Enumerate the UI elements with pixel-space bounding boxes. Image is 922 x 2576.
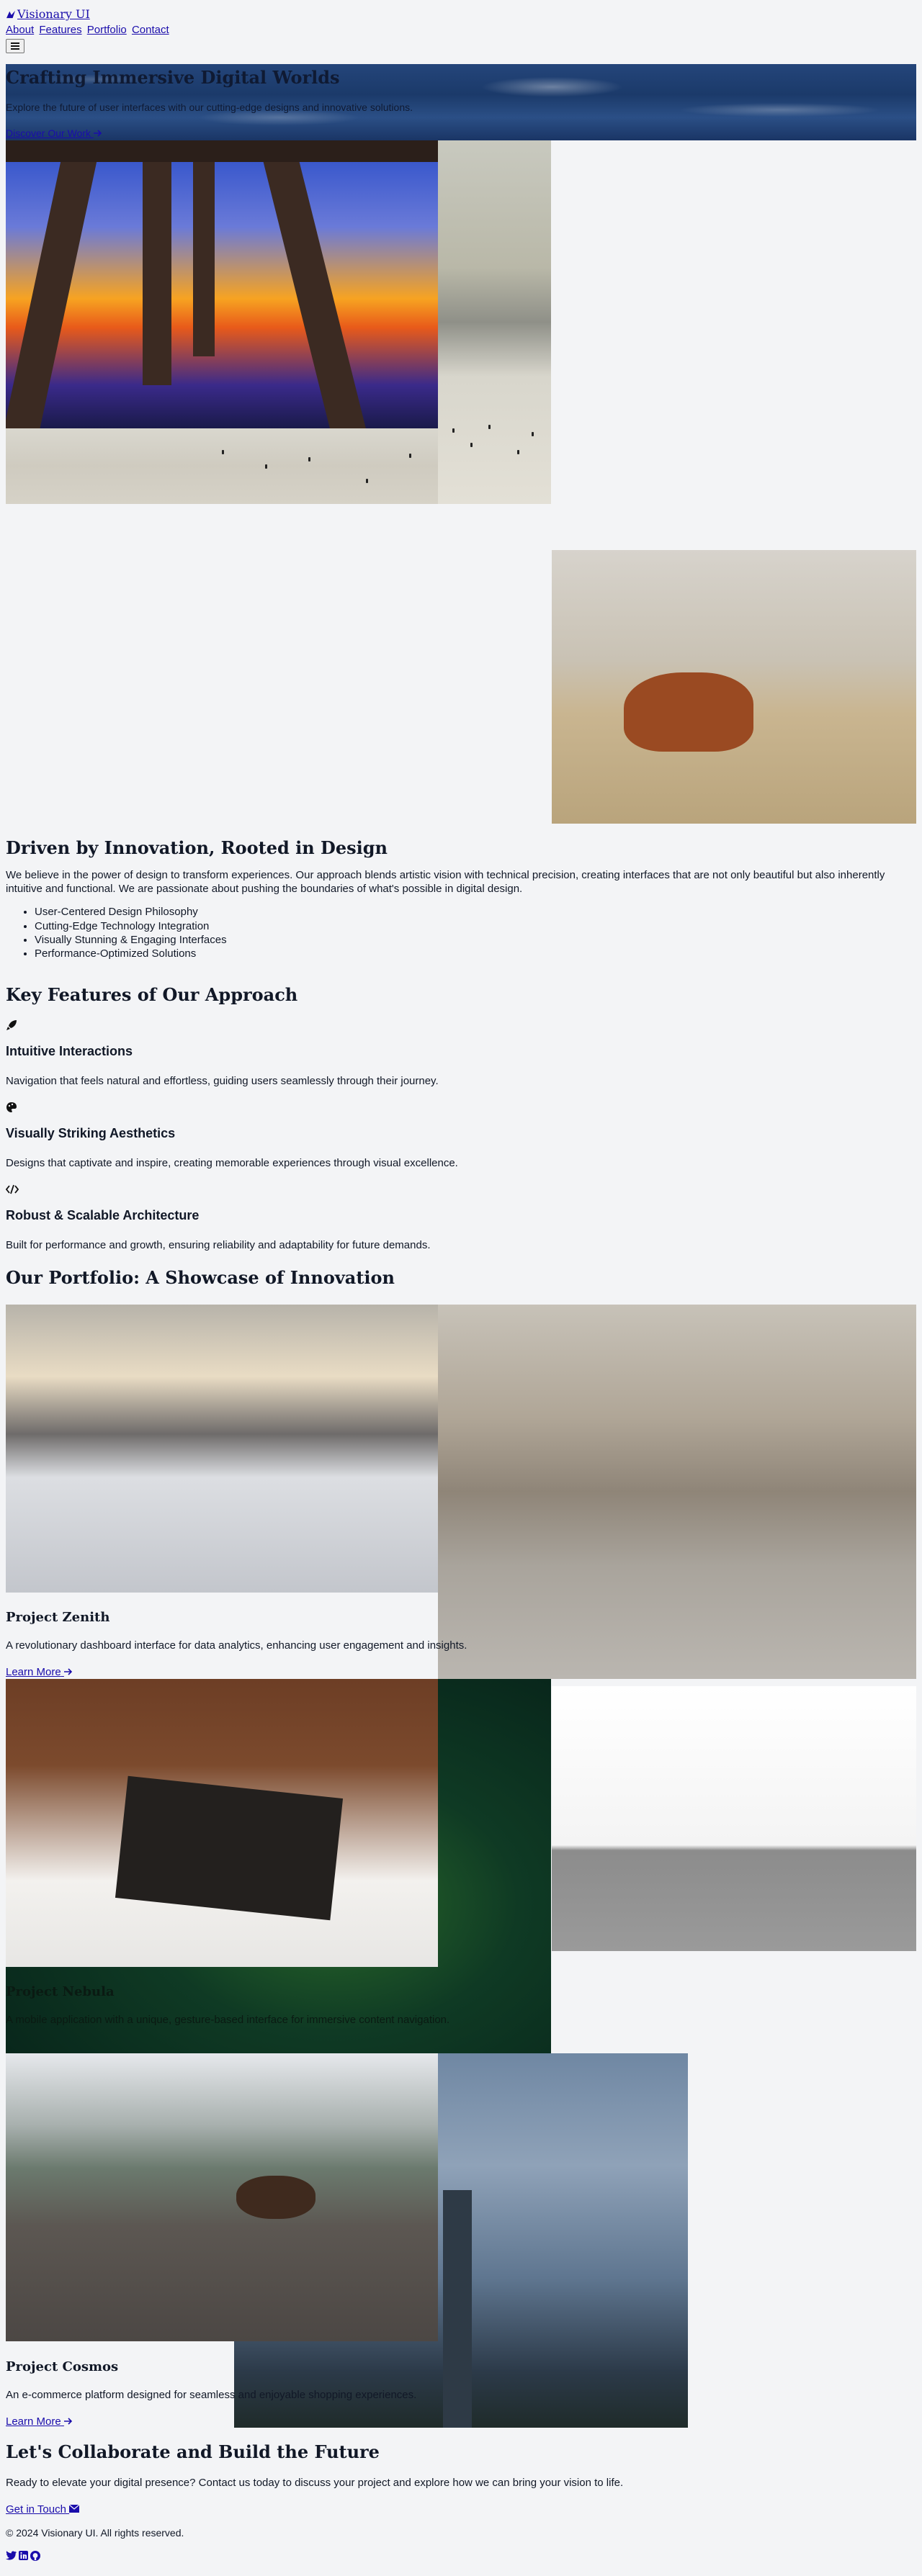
project-body: A mobile application with a unique, gest…	[6, 2014, 450, 2026]
hay-bales-field-image	[552, 1686, 916, 1951]
project-title: Project Nebula	[6, 1984, 115, 1999]
github-icon	[30, 2551, 40, 2561]
about-body: We believe in the power of design to tra…	[6, 869, 885, 896]
snowy-mountain-image	[6, 1305, 438, 1593]
contact-body: Ready to elevate your digital presence? …	[6, 2477, 624, 2489]
linkedin-link[interactable]	[19, 2551, 28, 2563]
project-title: Project Zenith	[6, 1610, 110, 1625]
social-links	[6, 2551, 916, 2563]
copyright-text: © 2024 Visionary UI. All rights reserved…	[6, 2527, 184, 2539]
nav-contact[interactable]: Contact	[132, 24, 169, 36]
beach-shore-image	[6, 428, 438, 504]
train-station-image	[438, 1305, 916, 1679]
nav-portfolio[interactable]: Portfolio	[87, 24, 127, 36]
nav-features[interactable]: Features	[39, 24, 81, 36]
about-point: Cutting-Edge Technology Integration	[35, 919, 916, 933]
beach-crowd-image	[438, 140, 551, 504]
nav-about[interactable]: About	[6, 24, 34, 36]
rocket-icon	[6, 1020, 17, 1030]
learn-more-link[interactable]: Learn More	[6, 1666, 73, 1678]
brand-link[interactable]: Visionary UI	[6, 7, 90, 21]
arrow-right-icon	[63, 1668, 73, 1675]
feature-title: Intuitive Interactions	[6, 1044, 133, 1058]
project-body: A revolutionary dashboard interface for …	[6, 1639, 467, 1652]
hamburger-icon	[11, 42, 19, 50]
project-card: Project Nebula A mobile application with…	[6, 1984, 449, 2026]
features-title: Key Features of Our Approach	[6, 984, 298, 1005]
discover-work-label: Discover Our Work	[6, 127, 91, 139]
highland-cow-image	[552, 550, 916, 824]
reading-bible-image	[6, 1679, 438, 1967]
feature-body: Navigation that feels natural and effort…	[6, 1075, 439, 1087]
project-body: An e-commerce platform designed for seam…	[6, 2389, 417, 2401]
palette-icon	[6, 1102, 17, 1112]
main-nav: About Features Portfolio Contact	[6, 24, 171, 36]
learn-more-label: Learn More	[6, 1666, 61, 1678]
twitter-link[interactable]	[6, 2551, 17, 2563]
features-section: Key Features of Our Approach Intuitive I…	[6, 984, 916, 1251]
about-point: User-Centered Design Philosophy	[35, 905, 916, 919]
learn-more-label: Learn More	[6, 2415, 61, 2428]
portfolio-title: Our Portfolio: A Showcase of Innovation	[6, 1267, 395, 1288]
bear-on-rocks-image	[6, 2053, 438, 2341]
contact-section: Let's Collaborate and Build the Future R…	[6, 2441, 916, 2516]
get-in-touch-label: Get in Touch	[6, 2503, 66, 2516]
project-title: Project Cosmos	[6, 2359, 119, 2374]
portfolio-section: Our Portfolio: A Showcase of Innovation	[6, 1267, 916, 1288]
site-header: Visionary UI About Features Portfolio Co…	[6, 7, 171, 53]
hero-subtitle: Explore the future of user interfaces wi…	[6, 102, 413, 113]
feature-title: Visually Striking Aesthetics	[6, 1126, 176, 1140]
github-link[interactable]	[30, 2551, 40, 2563]
hero-title: Crafting Immersive Digital Worlds	[6, 67, 340, 88]
site-footer: © 2024 Visionary UI. All rights reserved…	[6, 2527, 916, 2563]
feature-title: Robust & Scalable Architecture	[6, 1208, 200, 1222]
feature-card: Visually Striking Aesthetics Designs tha…	[6, 1102, 916, 1169]
brand-name: Visionary UI	[17, 7, 90, 21]
about-section: Driven by Innovation, Rooted in Design W…	[6, 837, 916, 960]
linkedin-icon	[19, 2551, 28, 2560]
arrow-right-icon	[93, 130, 102, 137]
contact-title: Let's Collaborate and Build the Future	[6, 2441, 380, 2462]
pier-sunset-image	[6, 140, 438, 428]
hero-section: Crafting Immersive Digital Worlds Explor…	[6, 64, 916, 140]
menu-toggle-button[interactable]	[6, 39, 24, 53]
feature-card: Intuitive Interactions Navigation that f…	[6, 1019, 916, 1087]
about-title: Driven by Innovation, Rooted in Design	[6, 837, 388, 858]
eye-icon	[6, 10, 15, 19]
twitter-icon	[6, 2551, 17, 2560]
learn-more-link[interactable]: Learn More	[6, 2415, 73, 2428]
project-card: Project Cosmos An e-commerce platform de…	[6, 2359, 416, 2428]
code-icon	[6, 1184, 19, 1194]
discover-work-link[interactable]: Discover Our Work	[6, 127, 102, 139]
about-point: Visually Stunning & Engaging Interfaces	[35, 933, 916, 947]
project-card: Project Zenith A revolutionary dashboard…	[6, 1610, 467, 1678]
feature-body: Built for performance and growth, ensuri…	[6, 1239, 431, 1251]
feature-body: Designs that captivate and inspire, crea…	[6, 1157, 458, 1169]
envelope-icon	[68, 2504, 80, 2513]
feature-card: Robust & Scalable Architecture Built for…	[6, 1184, 916, 1251]
get-in-touch-link[interactable]: Get in Touch	[6, 2503, 80, 2516]
arrow-right-icon	[63, 2418, 73, 2425]
about-point: Performance-Optimized Solutions	[35, 947, 916, 960]
about-points: User-Centered Design Philosophy Cutting-…	[6, 905, 916, 960]
